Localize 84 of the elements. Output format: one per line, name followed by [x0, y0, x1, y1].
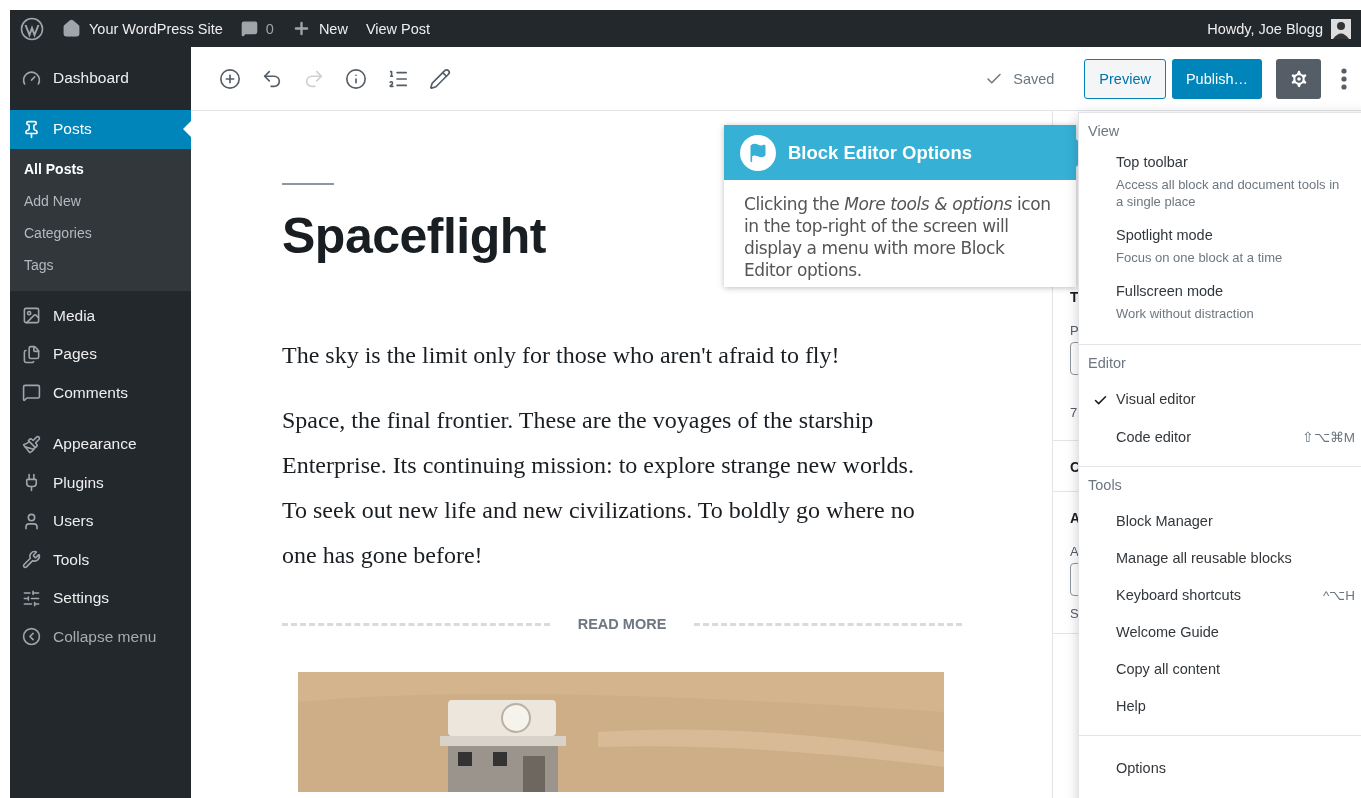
menu-item-description: Access all block and document tools in a single place	[1116, 176, 1341, 210]
more-options-icon	[1341, 67, 1347, 90]
menu-item[interactable]: Manage all reusable blocks	[1079, 540, 1361, 577]
new-link[interactable]: New	[318, 20, 348, 37]
pencil-icon[interactable]	[429, 67, 451, 90]
menu-item-label: Code editor	[1116, 429, 1192, 445]
sidebar-item[interactable]: Appearance	[10, 425, 191, 464]
sidebar-item[interactable]: Comments	[10, 373, 191, 412]
panel-label: S	[1070, 605, 1079, 623]
info-icon[interactable]	[345, 67, 367, 90]
home-icon	[62, 19, 81, 38]
user-icon	[22, 511, 41, 531]
add-icon[interactable]	[219, 67, 241, 90]
menu-item[interactable]: Block Manager	[1079, 503, 1361, 540]
shortcut-label: ^⌥H	[1322, 587, 1355, 603]
shortcut-label: ⇧⌥⌘M	[1301, 429, 1355, 445]
paragraph[interactable]: Space, the final frontier. These are the voyages of the starship Enterprise. Its continuing mission: to explore strange new worlds. To seek out new life and new civilizations. To boldly go where no one has gone before!	[282, 398, 942, 578]
submenu-item[interactable]: All Posts	[10, 154, 191, 187]
menu-item-label: Keyboard shortcuts	[1116, 587, 1242, 603]
paragraph[interactable]: The sky is the limit only for those who aren't afraid to fly!	[282, 333, 942, 378]
menu-item[interactable]: Options	[1079, 750, 1361, 787]
avatar-icon[interactable]	[1331, 18, 1351, 39]
sidebar-item[interactable]: Plugins	[10, 463, 191, 502]
settings-button[interactable]	[1276, 58, 1321, 99]
preview-button[interactable]: Preview	[1084, 58, 1166, 99]
flag-icon	[740, 134, 776, 171]
sidebar-item[interactable]: Settings	[10, 579, 191, 618]
gauge-icon	[22, 68, 41, 88]
menu-item[interactable]: Spotlight mode Focus on one block at a time	[1079, 222, 1361, 278]
menu-item-label: Help	[1116, 698, 1147, 714]
site-name-link[interactable]: Your WordPress Site	[89, 20, 223, 37]
wrench-icon	[22, 550, 41, 570]
sidebar-item[interactable]: Media	[10, 296, 191, 335]
pages-icon	[22, 344, 41, 364]
menu-item[interactable]: Help	[1079, 688, 1361, 725]
tooltip-title: Block Editor Options	[788, 141, 972, 164]
menu-item-label: Top toolbar	[1116, 154, 1189, 170]
menu-item[interactable]: Keyboard shortcuts ^⌥H	[1079, 577, 1361, 614]
image-icon	[22, 306, 41, 326]
sidebar-item[interactable]: Users	[10, 502, 191, 541]
menu-item-label: Spotlight mode	[1116, 227, 1214, 243]
menu-item-label: Fullscreen mode	[1116, 283, 1225, 299]
menu-item-label: Manage all reusable blocks	[1116, 550, 1293, 566]
panel-label: P	[1070, 322, 1079, 340]
collapse-icon	[22, 627, 41, 647]
menu-section-title: Tools	[1087, 476, 1123, 495]
menu-item-description: Work without distraction	[1116, 305, 1255, 322]
sidebar-item[interactable]: Pages	[10, 335, 191, 374]
menu-item[interactable]: Welcome Guide	[1079, 614, 1361, 651]
tooltip-text: Clicking the More tools & options icon in the top-right of the screen will display a menu with more Block Editor options.	[744, 194, 1051, 280]
sidebar-item[interactable]: Posts	[10, 109, 191, 149]
submenu-item[interactable]: Tags	[10, 250, 191, 283]
menu-section-title: Editor	[1087, 354, 1127, 373]
pin-icon	[22, 119, 41, 139]
comment-icon	[240, 20, 258, 37]
menu-item-description: Focus on one block at a time	[1116, 249, 1284, 266]
publish-button[interactable]: Publish…	[1171, 58, 1262, 99]
greeting-link[interactable]: Howdy, Joe Blogg	[1207, 20, 1323, 37]
menu-item[interactable]: Visual editor	[1079, 381, 1361, 419]
speech-bubble-icon	[22, 383, 41, 403]
view-post-link[interactable]: View Post	[365, 20, 431, 37]
comment-count[interactable]: 0	[265, 20, 274, 37]
wordpress-logo-icon[interactable]	[20, 16, 44, 41]
menu-item[interactable]: Top toolbar Access all block and document tools in a single place	[1079, 149, 1361, 222]
menu-section-title: View	[1087, 122, 1121, 141]
menu-item-label: Options	[1116, 760, 1167, 776]
menu-item[interactable]: Code editor ⇧⌥⌘M	[1079, 419, 1361, 456]
panel-label: A	[1070, 543, 1079, 561]
menu-item[interactable]: Copy all content	[1079, 651, 1361, 688]
panel-option: 7	[1070, 405, 1078, 420]
sliders-icon	[22, 588, 41, 608]
submenu-item[interactable]: Categories	[10, 218, 191, 251]
menu-item-label: Visual editor	[1116, 391, 1197, 407]
paintbrush-icon	[22, 434, 41, 454]
submenu-item[interactable]: Add New	[10, 186, 191, 219]
read-more-label: READ MORE	[577, 616, 667, 632]
sidebar-item[interactable]: Tools	[10, 540, 191, 579]
menu-item-label: Welcome Guide	[1116, 624, 1220, 640]
menu-item-label: Block Manager	[1116, 513, 1214, 529]
sidebar-item[interactable]: Dashboard	[10, 59, 191, 98]
saved-status: Saved	[1013, 70, 1055, 87]
menu-item[interactable]: Fullscreen mode Work without distraction	[1079, 278, 1361, 334]
menu-item-label: Copy all content	[1116, 661, 1221, 677]
sidebar-item[interactable]: Collapse menu	[10, 617, 191, 656]
